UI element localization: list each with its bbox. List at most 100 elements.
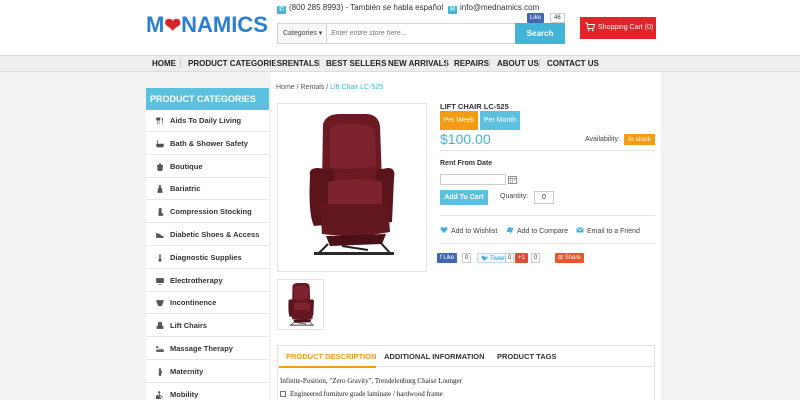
sidebar-item-label: Compression Stocking	[170, 207, 252, 217]
sidebar-item-label: Lift Chairs	[170, 321, 208, 331]
add-to-compare-link[interactable]: Add to Compare	[506, 226, 568, 235]
sidebar-item-diabetic-shoes-access[interactable]: Diabetic Shoes & Access	[146, 224, 269, 246]
nav-contact-us[interactable]: CONTACT US	[547, 56, 599, 71]
incontinence-icon	[156, 300, 164, 307]
sidebar-item-aids-to-daily-living[interactable]: Aids To Daily Living	[146, 110, 269, 132]
product-price: $100.00	[440, 131, 491, 147]
calendar-icon[interactable]	[508, 175, 517, 184]
sidebar-item-label: Massage Therapy	[170, 344, 233, 353]
tab-additional-information[interactable]: ADDITIONAL INFORMATION	[384, 352, 485, 361]
sidebar-item-electrotherapy[interactable]: Electrotherapy	[146, 270, 269, 292]
nav-divider	[380, 59, 381, 68]
email-link[interactable]: ✉ info@mednamics.com	[448, 3, 539, 14]
sidebar-item-label: Incontinence	[170, 298, 217, 308]
description-line: Engineered furniture grade laminate / ha…	[280, 390, 443, 398]
tab-product-tags[interactable]: PRODUCT TAGS	[497, 352, 556, 361]
electrotherapy-icon	[156, 277, 164, 285]
nav-product-categories[interactable]: PRODUCT CATEGORIES	[188, 56, 282, 71]
sidebar-item-label: Maternity	[170, 366, 204, 376]
site-header: M❤NAMICS ✆ (800 285 8993) - También se ha…	[0, 0, 800, 55]
sidebar-item-boutique[interactable]: Boutique	[146, 156, 269, 178]
quantity-input[interactable]: 0	[534, 191, 554, 204]
sidebar-item-compression-stocking[interactable]: Compression Stocking	[146, 201, 269, 224]
sidebar-item-bariatric[interactable]: Bariatric	[146, 178, 269, 201]
logo-letter-m: M	[146, 12, 165, 37]
breadcrumb-rentals[interactable]: Rentals	[301, 84, 325, 91]
nav-about-us[interactable]: ABOUT US	[497, 56, 539, 71]
product-thumbnail[interactable]	[277, 279, 324, 330]
envelope-icon: ✉	[448, 6, 457, 14]
thermometer-icon	[158, 253, 162, 262]
logo-heart-icon: ❤	[164, 15, 182, 37]
sidebar-item-lift-chairs[interactable]: Lift Chairs	[146, 315, 269, 338]
sidebar-item-incontinence[interactable]: Incontinence	[146, 292, 269, 315]
quantity-label: Quantity:	[500, 193, 529, 200]
utensils-icon	[156, 117, 164, 125]
share-button[interactable]: ⊞ Share	[555, 253, 584, 263]
sidebar-item-label: Diagnostic Supplies	[170, 252, 242, 262]
sidebar-item-bath-shower-safety[interactable]: Bath & Shower Safety	[146, 133, 269, 155]
add-to-cart-button[interactable]: Add To Cart	[440, 190, 488, 205]
nav-divider	[446, 59, 447, 68]
shopping-cart-button[interactable]: Shopping Cart (0)	[580, 17, 656, 39]
nav-best-sellers[interactable]: BEST SELLERS	[326, 56, 386, 71]
google-plus-button[interactable]: +1	[515, 253, 528, 263]
tweet-count: 0	[505, 253, 515, 263]
stock-badge: In stock	[624, 134, 655, 145]
description-line: Infinite-Position, "Zero Gravity", Trend…	[280, 377, 462, 385]
facebook-like-button[interactable]: Like	[527, 13, 545, 23]
facebook-like-button[interactable]: f Like	[437, 253, 458, 263]
bathtub-icon	[156, 139, 164, 148]
rent-date-input[interactable]	[440, 174, 506, 185]
product-title: LIFT CHAIR LC-525	[440, 102, 509, 111]
nav-new-arrivals[interactable]: NEW ARRIVALS	[388, 56, 449, 71]
sidebar-item-label: Mobility	[170, 389, 199, 399]
tab-product-description[interactable]: PRODUCT DESCRIPTION	[286, 352, 376, 361]
search-bar: Categories ▾ Search	[277, 23, 565, 44]
heart-icon	[440, 227, 448, 233]
cart-label: Shopping Cart (0)	[598, 24, 654, 31]
product-main-image[interactable]	[277, 103, 427, 272]
breadcrumb-home[interactable]: Home	[276, 84, 295, 91]
sidebar-title: PRODUCT CATEGORIES	[146, 88, 269, 110]
email-friend-link[interactable]: Email to a Friend	[576, 226, 640, 235]
per-week-toggle[interactable]: Per Week	[440, 111, 478, 130]
nav-rentals[interactable]: RENTALS	[282, 56, 319, 71]
compare-icon	[507, 226, 513, 234]
site-logo[interactable]: M❤NAMICS	[146, 12, 268, 38]
rent-from-label: Rent From Date	[440, 160, 493, 167]
sidebar-item-label: Diabetic Shoes & Access	[170, 230, 260, 239]
phone-number: ✆ (800 285 8993) - También se habla españ…	[277, 3, 443, 14]
like-count: 0	[462, 253, 472, 263]
sidebar-item-label: Electrotherapy	[170, 275, 223, 285]
sidebar-item-mobility[interactable]: Mobility	[146, 384, 269, 400]
sidebar-item-label: Aids To Daily Living	[170, 116, 242, 125]
lift-chair-icon	[156, 322, 164, 330]
active-tab-indicator	[279, 366, 376, 368]
add-to-wishlist-link[interactable]: Add to Wishlist	[440, 226, 497, 235]
divider	[440, 243, 655, 244]
lift-chair-image	[309, 114, 395, 255]
category-sidebar: PRODUCT CATEGORIES Aids To Daily Living B…	[146, 88, 269, 400]
search-button[interactable]: Search	[515, 23, 565, 44]
sidebar-item-massage-therapy[interactable]: Massage Therapy	[146, 338, 269, 360]
nav-divider	[180, 59, 181, 68]
nav-home[interactable]: HOME	[152, 56, 176, 71]
sidebar-item-label: Bariatric	[170, 184, 201, 194]
nav-divider	[275, 59, 276, 68]
sidebar-item-label: Bath & Shower Safety	[170, 138, 248, 148]
checkbox-icon	[280, 391, 286, 397]
category-select[interactable]: Categories ▾	[278, 24, 327, 43]
logo-text: NAMICS	[181, 12, 268, 37]
nav-repairs[interactable]: REPAIRS	[454, 56, 489, 71]
search-input[interactable]	[331, 24, 511, 43]
nav-divider	[489, 59, 490, 68]
google-plus-count: 0	[531, 253, 541, 263]
per-month-toggle[interactable]: Per Month	[480, 111, 520, 130]
sidebar-item-diagnostic-supplies[interactable]: Diagnostic Supplies	[146, 247, 269, 269]
phone-icon: ✆	[277, 6, 286, 14]
maternity-icon	[158, 367, 163, 376]
breadcrumb-current: Lift Chair LC-525	[330, 84, 384, 91]
sidebar-item-maternity[interactable]: Maternity	[146, 361, 269, 383]
sidebar-item-label: Boutique	[170, 161, 203, 171]
